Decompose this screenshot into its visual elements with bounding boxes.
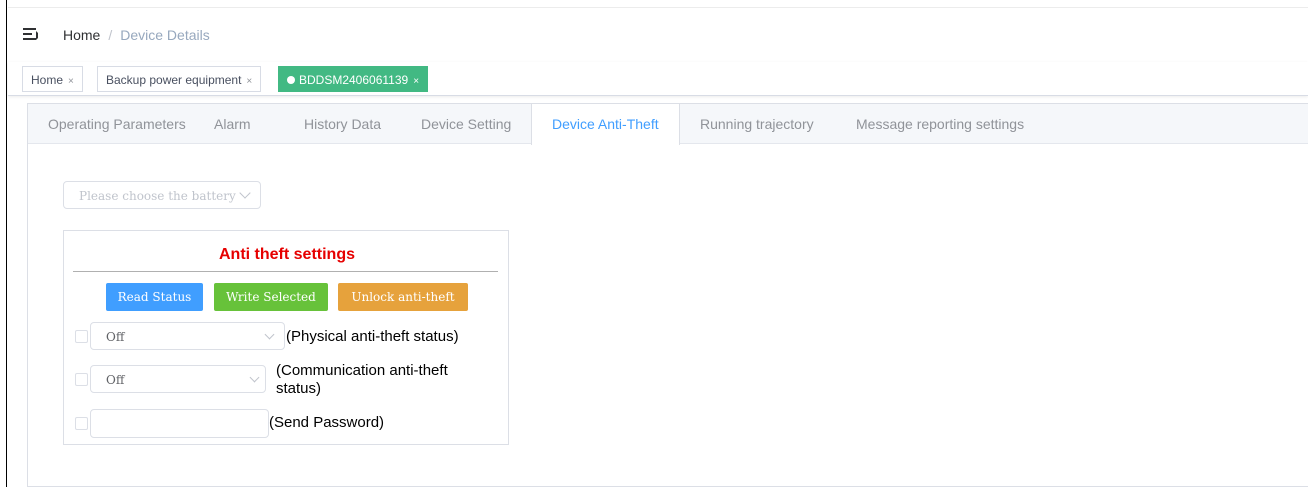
communication-anti-theft-label: (Communication anti-theft status) xyxy=(276,362,448,397)
battery-select[interactable]: Please choose the battery xyxy=(63,181,261,209)
breadcrumb-current: Device Details xyxy=(120,27,210,43)
battery-select-placeholder: Please choose the battery xyxy=(79,189,236,203)
tag-label: Home xyxy=(31,73,64,87)
send-password-checkbox[interactable] xyxy=(75,417,88,430)
page-left-border xyxy=(0,0,7,487)
tab-alarm[interactable]: Alarm xyxy=(214,104,251,144)
tab-history-data[interactable]: History Data xyxy=(304,104,381,144)
anti-theft-panel: Anti theft settings Read Status Write Se… xyxy=(63,230,509,445)
tag-label: Backup power equipment xyxy=(106,73,242,87)
tab-operating-parameters[interactable]: Operating Parameters xyxy=(48,104,186,144)
read-status-button[interactable]: Read Status xyxy=(106,283,203,311)
chevron-down-icon xyxy=(264,329,275,340)
tag-label: BDDSM2406061139 xyxy=(299,73,409,87)
breadcrumb-home[interactable]: Home xyxy=(63,27,100,43)
tag-close-icon[interactable]: × xyxy=(68,76,74,87)
communication-anti-theft-value: Off xyxy=(106,373,125,387)
tab-message-reporting-settings[interactable]: Message reporting settings xyxy=(856,104,1024,144)
physical-anti-theft-label: (Physical anti-theft status) xyxy=(286,328,459,345)
tag-close-icon[interactable]: × xyxy=(246,76,252,87)
tag-backup-power-equipment[interactable]: Backup power equipment × xyxy=(97,66,262,92)
chevron-down-icon xyxy=(249,372,260,383)
chevron-down-icon xyxy=(239,187,251,199)
physical-anti-theft-select[interactable]: Off xyxy=(90,322,285,350)
tab-running-trajectory[interactable]: Running trajectory xyxy=(700,104,814,144)
panel-divider xyxy=(73,271,498,272)
unlock-anti-theft-button[interactable]: Unlock anti-theft xyxy=(338,283,468,311)
communication-anti-theft-checkbox[interactable] xyxy=(75,373,88,386)
tabs-header: Operating Parameters Alarm History Data … xyxy=(28,104,1308,145)
panel-title: Anti theft settings xyxy=(219,246,355,263)
top-navbar: Home / Device Details xyxy=(8,7,1308,62)
device-details-card: Operating Parameters Alarm History Data … xyxy=(27,103,1308,487)
tab-device-setting[interactable]: Device Setting xyxy=(421,104,511,144)
tags-view-bar: Home × Backup power equipment × BDDSM24060… xyxy=(8,62,1308,96)
write-selected-button[interactable]: Write Selected xyxy=(214,283,328,311)
status-dot-icon xyxy=(287,75,295,84)
tag-home[interactable]: Home × xyxy=(22,66,83,92)
send-password-input[interactable] xyxy=(90,409,269,438)
tag-close-icon[interactable]: × xyxy=(413,76,419,87)
send-password-label: (Send Password) xyxy=(269,414,385,431)
physical-anti-theft-value: Off xyxy=(106,330,125,344)
tag-device[interactable]: BDDSM2406061139 × xyxy=(278,66,429,92)
communication-anti-theft-select[interactable]: Off xyxy=(90,365,266,393)
tab-device-anti-theft[interactable]: Device Anti-Theft xyxy=(531,104,680,145)
breadcrumb-separator: / xyxy=(108,27,113,43)
menu-fold-icon[interactable] xyxy=(23,27,41,43)
physical-anti-theft-checkbox[interactable] xyxy=(75,330,88,343)
